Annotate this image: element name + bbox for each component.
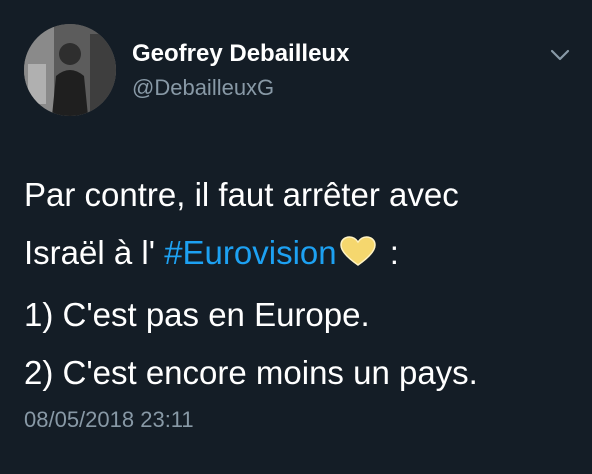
avatar[interactable] xyxy=(24,24,116,116)
author-handle[interactable]: @DebailleuxG xyxy=(132,75,274,101)
tweet-timestamp[interactable]: 08/05/2018 23:11 xyxy=(24,407,194,433)
tweet-line: 1) C'est pas en Europe. xyxy=(24,296,370,333)
chevron-down-icon[interactable] xyxy=(547,46,573,64)
tweet-text-segment: : xyxy=(380,234,399,271)
tweet-text: Par contre, il faut arrêter avec Israël … xyxy=(24,166,574,402)
tweet-line: 2) C'est encore moins un pays. xyxy=(24,354,478,391)
avatar-photo xyxy=(24,24,116,116)
hashtag-link[interactable]: #Eurovision xyxy=(164,234,336,271)
tweet-line: Israël à l' #Eurovision : xyxy=(24,224,574,286)
yellow-heart-icon xyxy=(339,228,377,286)
tweet-text-segment: Israël à l' xyxy=(24,234,165,271)
tweet-line: Par contre, il faut arrêter avec xyxy=(24,176,459,213)
tweet-card: Geofrey Debailleux @DebailleuxG Par cont… xyxy=(0,0,592,474)
author-display-name[interactable]: Geofrey Debailleux xyxy=(132,40,349,68)
